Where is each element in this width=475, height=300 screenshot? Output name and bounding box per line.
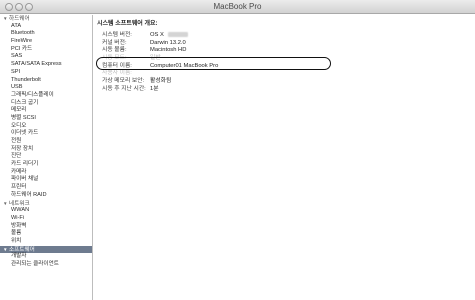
sidebar-item-label: ATA bbox=[11, 22, 22, 29]
sidebar-item[interactable]: 전원 bbox=[0, 138, 92, 146]
info-value: 활성화됨 bbox=[150, 78, 172, 85]
sidebar-item-label: 위치 bbox=[11, 237, 22, 244]
sidebar-item-label: 방화벽 bbox=[11, 222, 27, 229]
info-row: 시동 볼륨: Macintosh HD bbox=[102, 47, 218, 55]
info-row: 시동 후 지난 시간: 1분 bbox=[102, 86, 218, 94]
sidebar-category[interactable]: ▼하드웨어 bbox=[0, 15, 92, 23]
sidebar-item-label: 카드 리더기 bbox=[11, 161, 39, 168]
redacted-value bbox=[167, 32, 188, 37]
info-value: Macintosh HD bbox=[150, 47, 187, 54]
sidebar-item-label: 카메라 bbox=[11, 168, 27, 175]
info-value: OS X bbox=[150, 32, 164, 38]
sidebar-item-label: WWAN bbox=[11, 207, 30, 214]
sidebar-item[interactable]: 파이버 채널 bbox=[0, 176, 92, 184]
sidebar-item-label: 하드웨어 RAID bbox=[11, 191, 47, 198]
sidebar-item[interactable]: SAS bbox=[0, 53, 92, 61]
sidebar-item-label: USB bbox=[11, 84, 23, 91]
sidebar-item-label: 하드웨어 bbox=[9, 16, 30, 22]
sidebar-item[interactable]: Thunderbolt bbox=[0, 77, 92, 85]
sidebar-item-label: SPI bbox=[11, 68, 21, 75]
sidebar-item-label: 메모리 bbox=[11, 107, 27, 114]
sidebar-item-label: Wi-Fi bbox=[11, 214, 25, 221]
sidebar-item[interactable]: ATA bbox=[0, 23, 92, 31]
sidebar-item-label: 관리되는 클라이언트 bbox=[11, 261, 59, 267]
info-key: 시동 모드: bbox=[102, 55, 127, 62]
info-key: 가상 메모리 보안: bbox=[102, 78, 145, 85]
sidebar-item[interactable]: 볼륨 bbox=[0, 230, 92, 238]
info-key: 시동 볼륨: bbox=[102, 47, 127, 54]
sidebar-item-label: 네트워크 bbox=[9, 200, 30, 207]
sidebar-item-label: 전원 bbox=[11, 138, 22, 144]
sidebar-item-label: SATA/SATA Express bbox=[11, 61, 62, 68]
sidebar-item[interactable]: 그래픽/디스플레이 bbox=[0, 92, 92, 100]
info-value: Darwin 13.2.0 bbox=[150, 39, 186, 46]
sidebar-item[interactable]: 진단 bbox=[0, 153, 92, 161]
info-row: 사용자 이름: bbox=[102, 70, 218, 78]
sidebar-item[interactable]: 이더넷 카드 bbox=[0, 130, 92, 138]
info-key: 시동 후 지난 시간: bbox=[102, 85, 146, 92]
sidebar-item-label: 오디오 bbox=[11, 122, 27, 129]
info-table: 시스템 버전: OS X 커널 버전: Darwin 13.2.0 시동 볼륨: Maci… bbox=[102, 32, 218, 94]
sidebar-item-label: 프린터 bbox=[11, 184, 27, 191]
window-title: MacBook Pro bbox=[213, 2, 262, 11]
sidebar-item[interactable]: 프린터 bbox=[0, 184, 92, 192]
sidebar-item[interactable]: SATA/SATA Express bbox=[0, 61, 92, 69]
sidebar-item-label: 그래픽/디스플레이 bbox=[11, 91, 54, 98]
sidebar-item-label: 진단 bbox=[11, 153, 22, 160]
sidebar-item-label: 이더넷 카드 bbox=[11, 130, 39, 137]
sidebar-item-label: 병렬 SCSI bbox=[11, 114, 36, 121]
sidebar-item-label: 저장 장치 bbox=[11, 145, 34, 152]
sidebar-category[interactable]: ▼네트워크 bbox=[0, 200, 92, 208]
sidebar-item[interactable]: SPI bbox=[0, 69, 92, 77]
sidebar-item-label: 소프트웨어 bbox=[9, 246, 35, 253]
sidebar-item-label: 디스크 굽기 bbox=[11, 99, 39, 106]
content-pane: 시스템 소프트웨어 개요: 시스템 버전: OS X 커널 버전: Darwin 13… bbox=[94, 15, 475, 300]
sidebar-item[interactable]: 카드 리더기 bbox=[0, 161, 92, 169]
info-key: 시스템 버전: bbox=[102, 32, 132, 38]
sidebar-item[interactable]: WWAN bbox=[0, 207, 92, 215]
sidebar-item-label: Thunderbolt bbox=[11, 76, 41, 83]
sidebar-item[interactable]: 하드웨어 RAID bbox=[0, 192, 92, 200]
sidebar-item[interactable]: Wi-Fi bbox=[0, 215, 92, 223]
sidebar-item-label: FireWire bbox=[11, 38, 33, 45]
sidebar-item[interactable]: Bluetooth bbox=[0, 30, 92, 38]
sidebar-item[interactable]: 병렬 SCSI bbox=[0, 115, 92, 123]
section-heading: 시스템 소프트웨어 개요: bbox=[97, 21, 158, 27]
sidebar-item-label: 파이버 채널 bbox=[11, 176, 39, 183]
info-row: 시동 모드: 일반 bbox=[102, 55, 218, 63]
sidebar-item[interactable]: 개발자 bbox=[0, 253, 92, 261]
sidebar-item-label: SAS bbox=[11, 53, 23, 60]
sidebar-item-label: PCI 카드 bbox=[11, 45, 33, 52]
sidebar-item-label: 볼륨 bbox=[11, 230, 22, 237]
info-key: 사용자 이름: bbox=[102, 70, 132, 77]
sidebar-item[interactable]: 관리되는 클라이언트 bbox=[0, 261, 92, 269]
sidebar-item-label: 개발자 bbox=[11, 253, 27, 260]
sidebar: ▼하드웨어 ATA Bluetooth FireWire PCI 카드 SAS SATA/S… bbox=[0, 15, 93, 300]
sidebar-item[interactable]: FireWire bbox=[0, 38, 92, 46]
sidebar-item[interactable]: 위치 bbox=[0, 238, 92, 246]
sidebar-item[interactable]: USB bbox=[0, 84, 92, 92]
title-bar: MacBook Pro bbox=[0, 0, 475, 14]
sidebar-item[interactable]: PCI 카드 bbox=[0, 46, 92, 54]
info-row: 시스템 버전: OS X bbox=[102, 32, 218, 40]
info-row: 가상 메모리 보안: 활성화됨 bbox=[102, 78, 218, 86]
sidebar-item[interactable]: 메모리 bbox=[0, 107, 92, 115]
sidebar-item-label: Bluetooth bbox=[11, 30, 35, 37]
info-value: Computer01 MacBook Pro bbox=[150, 62, 219, 69]
info-value: 1분 bbox=[150, 85, 159, 92]
info-value: 일반 bbox=[150, 55, 161, 62]
